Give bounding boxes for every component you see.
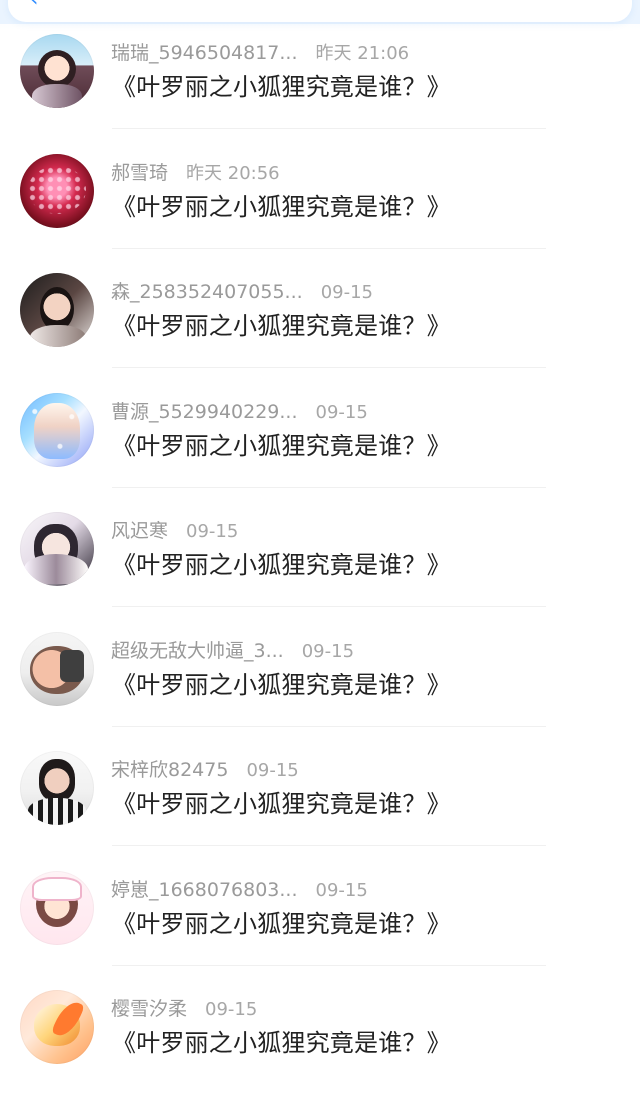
user-name[interactable]: 郝雪琦 [111,160,168,186]
comment-time: 09-15 [301,640,355,662]
comment-text: 《叶罗丽之小狐狸究竟是谁？》 [112,1029,451,1057]
comment-page: ‹ 评论 瑞瑞_5946504817... 昨天 21:06 《叶罗丽之小狐狸究… [0,0,640,1087]
comment-meta: 风迟寒 09-15 [111,518,238,544]
comment-meta: 郝雪琦 昨天 20:56 [111,160,280,186]
back-button[interactable]: ‹ [22,0,46,12]
comment-text: 《叶罗丽之小狐狸究竟是谁？》 [112,73,451,101]
comment-time: 昨天 20:56 [186,162,280,184]
comment-text: 《叶罗丽之小狐狸究竟是谁？》 [112,790,451,818]
user-avatar[interactable] [20,392,94,467]
comment-text: 《叶罗丽之小狐狸究竟是谁？》 [112,551,451,579]
user-avatar[interactable] [20,870,94,945]
comment-item[interactable]: 宋梓欣82475 09-15 《叶罗丽之小狐狸究竟是谁？》 [0,747,640,867]
comment-item[interactable]: 郝雪琦 昨天 20:56 《叶罗丽之小狐狸究竟是谁？》 [0,150,640,270]
divider [112,845,546,846]
comment-text: 《叶罗丽之小狐狸究竟是谁？》 [112,670,451,699]
divider [112,486,546,488]
comment-item[interactable]: 风迟寒 09-15 《叶罗丽之小狐狸究竟是谁？》 [0,508,640,628]
user-name[interactable]: 瑞瑞_5946504817... [111,40,298,66]
user-avatar[interactable] [20,631,94,706]
user-name[interactable]: 曹源_5529940229... [111,399,298,425]
comment-time: 昨天 21:06 [315,43,410,64]
comment-time: 09-15 [186,521,239,542]
comment-meta: 森_258352407055... 09-15 [111,279,373,305]
comment-meta: 婷崽_1668076803... 09-15 [111,877,368,903]
user-name[interactable]: 婷崽_1668076803... [111,877,298,903]
comment-text: 《叶罗丽之小狐狸究竟是谁？》 [112,431,451,460]
comment-item[interactable]: 婷崽_1668076803... 09-15 《叶罗丽之小狐狸究竟是谁？》 [0,867,640,987]
top-card [8,0,632,22]
divider [112,247,546,249]
page-title: 评论 [286,0,354,2]
user-name[interactable]: 森_258352407055... [111,279,303,305]
user-avatar[interactable] [20,512,94,586]
comment-meta: 宋梓欣82475 09-15 [111,757,299,783]
user-avatar[interactable] [20,273,94,347]
comment-meta: 超级无敌大帅逼_3... 09-15 [111,638,354,664]
comment-time: 09-15 [246,760,299,781]
divider [112,964,546,966]
comment-item[interactable]: 瑞瑞_5946504817... 昨天 21:06 《叶罗丽之小狐狸究竟是谁？》 [0,30,640,150]
user-name[interactable]: 樱雪汐柔 [111,996,187,1022]
comment-item[interactable]: 森_258352407055... 09-15 《叶罗丽之小狐狸究竟是谁？》 [0,269,640,389]
comment-meta: 曹源_5529940229... 09-15 [111,399,368,425]
comment-text: 《叶罗丽之小狐狸究竟是谁？》 [112,312,451,340]
comment-time: 09-15 [205,999,258,1020]
comment-item[interactable]: 樱雪汐柔 09-15 《叶罗丽之小狐狸究竟是谁？》 [0,986,640,1106]
user-avatar[interactable] [20,751,94,825]
comment-time: 09-15 [315,879,368,901]
user-name[interactable]: 风迟寒 [111,518,168,544]
comment-text: 《叶罗丽之小狐狸究竟是谁？》 [112,192,451,221]
divider [112,725,546,727]
comment-list: 瑞瑞_5946504817... 昨天 21:06 《叶罗丽之小狐狸究竟是谁？》… [0,30,640,1106]
divider [112,367,546,368]
divider [112,606,546,607]
comment-meta: 樱雪汐柔 09-15 [111,996,257,1022]
comment-time: 09-15 [320,282,373,303]
comment-time: 09-15 [315,401,368,423]
user-avatar[interactable] [20,990,94,1064]
comment-text: 《叶罗丽之小狐狸究竟是谁？》 [112,909,451,938]
comment-item[interactable]: 超级无敌大帅逼_3... 09-15 《叶罗丽之小狐狸究竟是谁？》 [0,628,640,748]
divider [112,128,546,129]
comment-meta: 瑞瑞_5946504817... 昨天 21:06 [111,40,409,66]
user-avatar[interactable] [20,34,94,108]
user-name[interactable]: 宋梓欣82475 [111,757,228,783]
user-avatar[interactable] [20,153,94,228]
comment-item[interactable]: 曹源_5529940229... 09-15 《叶罗丽之小狐狸究竟是谁？》 [0,389,640,509]
user-name[interactable]: 超级无敌大帅逼_3... [111,638,284,664]
